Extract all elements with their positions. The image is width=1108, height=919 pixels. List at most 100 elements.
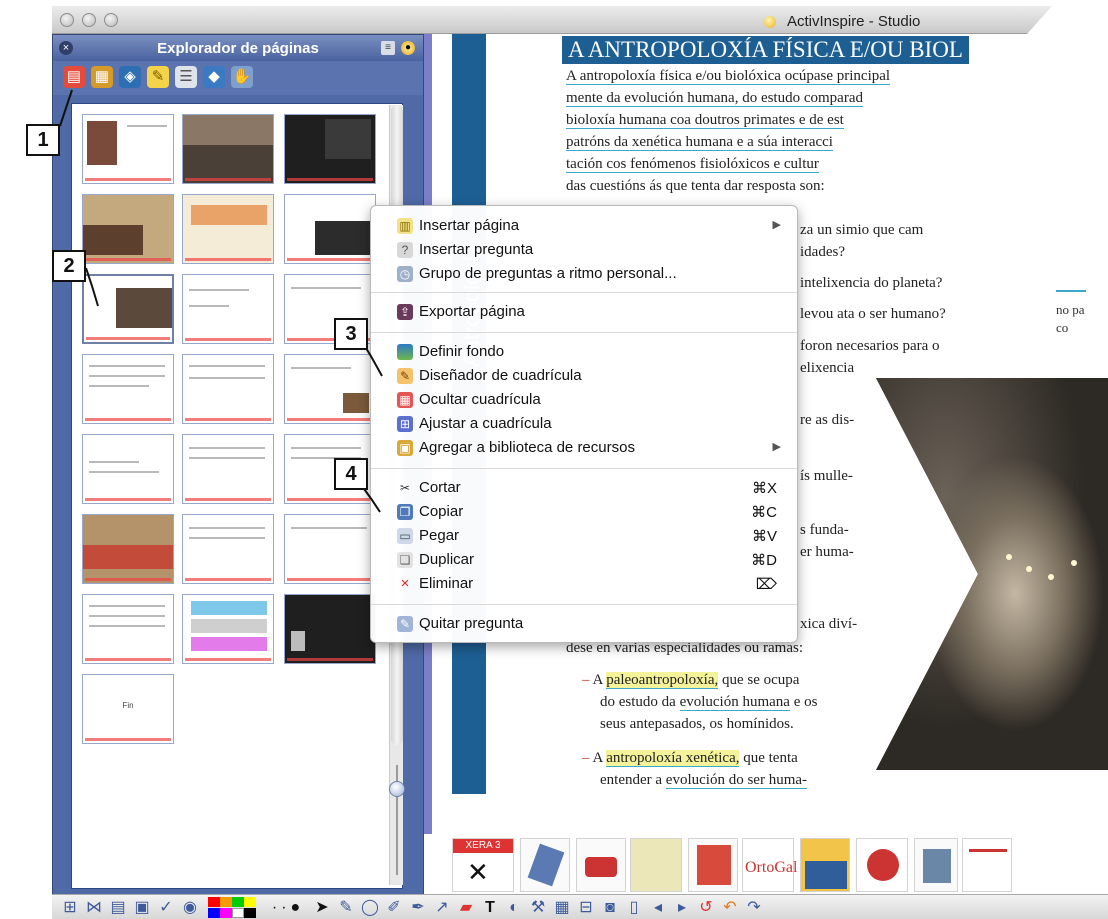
resource-item[interactable]: [914, 838, 958, 892]
resource-item[interactable]: [520, 838, 570, 892]
pen-width-icon[interactable]: · ∙ ●: [266, 898, 306, 918]
paragraph-line-3: bioloxía humana coa doutros primates e d…: [566, 112, 844, 129]
page-thumbnail[interactable]: [82, 274, 174, 344]
callout-1: 1: [26, 124, 60, 156]
close-window-button[interactable]: [60, 13, 74, 27]
callout-4: 4: [334, 458, 368, 490]
page-thumbnail[interactable]: [284, 594, 376, 664]
page-thumbnail[interactable]: [284, 194, 376, 264]
resource-item[interactable]: [630, 838, 682, 892]
page-thumbnail[interactable]: [182, 354, 274, 424]
highlighter-icon[interactable]: ✐: [384, 898, 404, 918]
page-thumbnail[interactable]: [82, 594, 174, 664]
text-icon[interactable]: T: [480, 898, 500, 918]
resource-item[interactable]: [856, 838, 908, 892]
page-thumbnail[interactable]: [182, 114, 274, 184]
menu-item-definir-fondo[interactable]: Definir fondo: [371, 340, 797, 364]
resource-browser-icon[interactable]: ▦: [91, 66, 113, 88]
redo-icon[interactable]: ↷: [744, 898, 764, 918]
menu-item-ajustar-cuadricula[interactable]: ⊞ Ajustar a cuadrícula: [371, 412, 797, 436]
page-thumbnail[interactable]: [82, 194, 174, 264]
color-palette-icon[interactable]: [208, 897, 256, 919]
web-browser-icon[interactable]: ◉: [180, 898, 200, 918]
background-icon: [397, 344, 413, 360]
page-thumbnail[interactable]: [182, 274, 274, 344]
property-browser-icon[interactable]: ☰: [175, 66, 197, 88]
next-page-icon[interactable]: ▸: [672, 898, 692, 918]
table-icon[interactable]: ⊟: [576, 898, 596, 918]
grid-designer-icon: ✎: [397, 368, 413, 384]
margin-fragment: co: [1056, 320, 1069, 335]
text-fragment: idades?: [800, 244, 845, 260]
fill-icon[interactable]: ◐: [504, 898, 524, 918]
undo-icon[interactable]: ↶: [720, 898, 740, 918]
page-thumbnail[interactable]: [82, 514, 174, 584]
page-thumbnail[interactable]: [284, 354, 376, 424]
menu-icon[interactable]: ≡: [381, 41, 395, 55]
menu-item-exportar-pagina[interactable]: ⇪ Exportar página: [371, 300, 797, 324]
camera-icon[interactable]: ◙: [600, 898, 620, 918]
menu-item-agregar-biblioteca[interactable]: ▣ Agregar a biblioteca de recursos ▶: [371, 436, 797, 460]
eraser-icon[interactable]: ▰: [456, 898, 476, 918]
menu-item-insertar-pagina[interactable]: ▥ Insertar página ▶: [371, 214, 797, 238]
page-thumbnail[interactable]: [284, 514, 376, 584]
page-thumbnail[interactable]: [82, 354, 174, 424]
page-thumbnail[interactable]: [82, 434, 174, 504]
voting-browser-icon[interactable]: ✋: [231, 66, 253, 88]
resource-links-strip: XERA 3 ✕ OrtoGal: [452, 838, 1012, 894]
minimize-window-button[interactable]: [82, 13, 96, 27]
paragraph-line-6: das cuestións ás que tenta dar resposta …: [566, 178, 825, 194]
magic-ink-icon[interactable]: ✒: [408, 898, 428, 918]
hide-grid-icon: ▦: [397, 392, 413, 408]
resource-xera[interactable]: XERA 3 ✕: [452, 838, 514, 892]
pin-icon[interactable]: ●: [401, 41, 415, 55]
menu-item-disenador-cuadricula[interactable]: ✎ Diseñador de cuadrícula: [371, 364, 797, 388]
resource-ortogal[interactable]: OrtoGal: [742, 838, 797, 892]
main-menu-icon[interactable]: ⊞: [60, 898, 80, 918]
zoom-window-button[interactable]: [104, 13, 118, 27]
calculator-icon[interactable]: ▦: [552, 898, 572, 918]
menu-item-grupo-preguntas[interactable]: ◷ Grupo de preguntas a ritmo personal...: [371, 262, 797, 286]
bullet-line: do estudo da evolución humana e os: [600, 694, 818, 711]
menu-item-cortar[interactable]: ✂ Cortar ⌘X: [371, 476, 797, 500]
menu-item-eliminar[interactable]: × Eliminar ⌦: [371, 572, 797, 596]
page-thumbnail[interactable]: [182, 594, 274, 664]
page-thumbnail[interactable]: Fin: [82, 674, 174, 744]
page-thumbnail[interactable]: [82, 114, 174, 184]
resource-item[interactable]: [576, 838, 626, 892]
menu-item-pegar[interactable]: ▭ Pegar ⌘V: [371, 524, 797, 548]
export-page-icon: ⇪: [397, 304, 413, 320]
zoom-slider[interactable]: [389, 781, 405, 797]
desktop-annotate-icon[interactable]: ▣: [132, 898, 152, 918]
page-thumbnail[interactable]: [284, 114, 376, 184]
menu-item-copiar[interactable]: ❐ Copiar ⌘C: [371, 500, 797, 524]
resource-item[interactable]: [962, 838, 1012, 892]
page-thumbnail-list[interactable]: Fin: [71, 103, 403, 889]
previous-page-icon[interactable]: ◂: [648, 898, 668, 918]
resource-item[interactable]: [800, 838, 850, 892]
new-page-icon[interactable]: ▯: [624, 898, 644, 918]
notes-browser-icon[interactable]: ✎: [147, 66, 169, 88]
page-browser-icon[interactable]: ▤: [63, 66, 85, 88]
menu-item-duplicar[interactable]: ❏ Duplicar ⌘D: [371, 548, 797, 572]
express-poll-icon[interactable]: ✓: [156, 898, 176, 918]
page-icon[interactable]: ▤: [108, 898, 128, 918]
menu-item-ocultar-cuadricula[interactable]: ▦ Ocultar cuadrícula: [371, 388, 797, 412]
menu-item-quitar-pregunta[interactable]: ✎ Quitar pregunta: [371, 612, 797, 636]
connector-icon[interactable]: ↗: [432, 898, 452, 918]
object-browser-icon[interactable]: ◈: [119, 66, 141, 88]
context-menu: ▥ Insertar página ▶ ? Insertar pregunta …: [370, 205, 798, 643]
page-thumbnail[interactable]: [182, 514, 274, 584]
page-thumbnail[interactable]: [182, 434, 274, 504]
pen-icon[interactable]: ✎: [336, 898, 356, 918]
resource-item[interactable]: [688, 838, 738, 892]
select-icon[interactable]: ➤: [312, 898, 332, 918]
dual-user-icon[interactable]: ⋈: [84, 898, 104, 918]
reset-icon[interactable]: ↺: [696, 898, 716, 918]
menu-item-insertar-pregunta[interactable]: ? Insertar pregunta: [371, 238, 797, 262]
shape-icon[interactable]: ◯: [360, 898, 380, 918]
action-browser-icon[interactable]: ◆: [203, 66, 225, 88]
page-thumbnail[interactable]: [182, 194, 274, 264]
tools-icon[interactable]: ⚒: [528, 898, 548, 918]
window-title-bar: ActivInspire - Studio: [52, 6, 1052, 34]
